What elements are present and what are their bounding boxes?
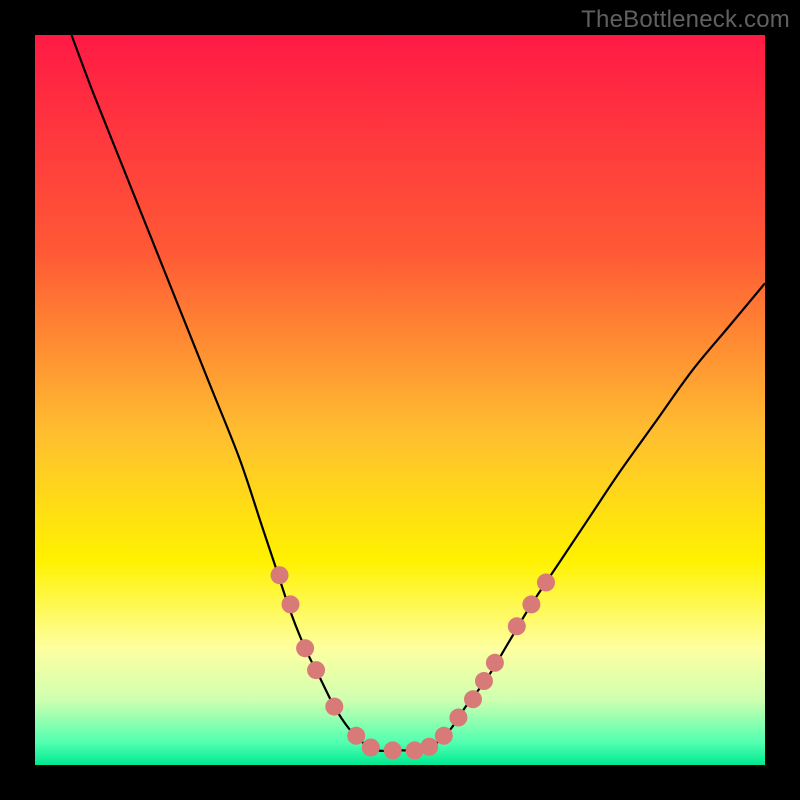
curve-dot xyxy=(508,617,526,635)
curve-dot xyxy=(475,672,493,690)
curve-dot xyxy=(296,639,314,657)
curve-dot xyxy=(449,709,467,727)
chart-svg xyxy=(35,35,765,765)
gradient-background xyxy=(35,35,765,765)
curve-dot xyxy=(384,741,402,759)
chart-frame: TheBottleneck.com xyxy=(0,0,800,800)
curve-dot xyxy=(347,727,365,745)
curve-dot xyxy=(435,727,453,745)
curve-dot xyxy=(307,661,325,679)
curve-dot xyxy=(522,595,540,613)
curve-dot xyxy=(464,690,482,708)
plot-area xyxy=(35,35,765,765)
curve-dot xyxy=(537,574,555,592)
curve-dot xyxy=(282,595,300,613)
curve-dot xyxy=(271,566,289,584)
watermark-text: TheBottleneck.com xyxy=(581,6,790,34)
curve-dot xyxy=(362,738,380,756)
curve-dot xyxy=(420,738,438,756)
curve-dot xyxy=(486,654,504,672)
curve-dot xyxy=(325,698,343,716)
